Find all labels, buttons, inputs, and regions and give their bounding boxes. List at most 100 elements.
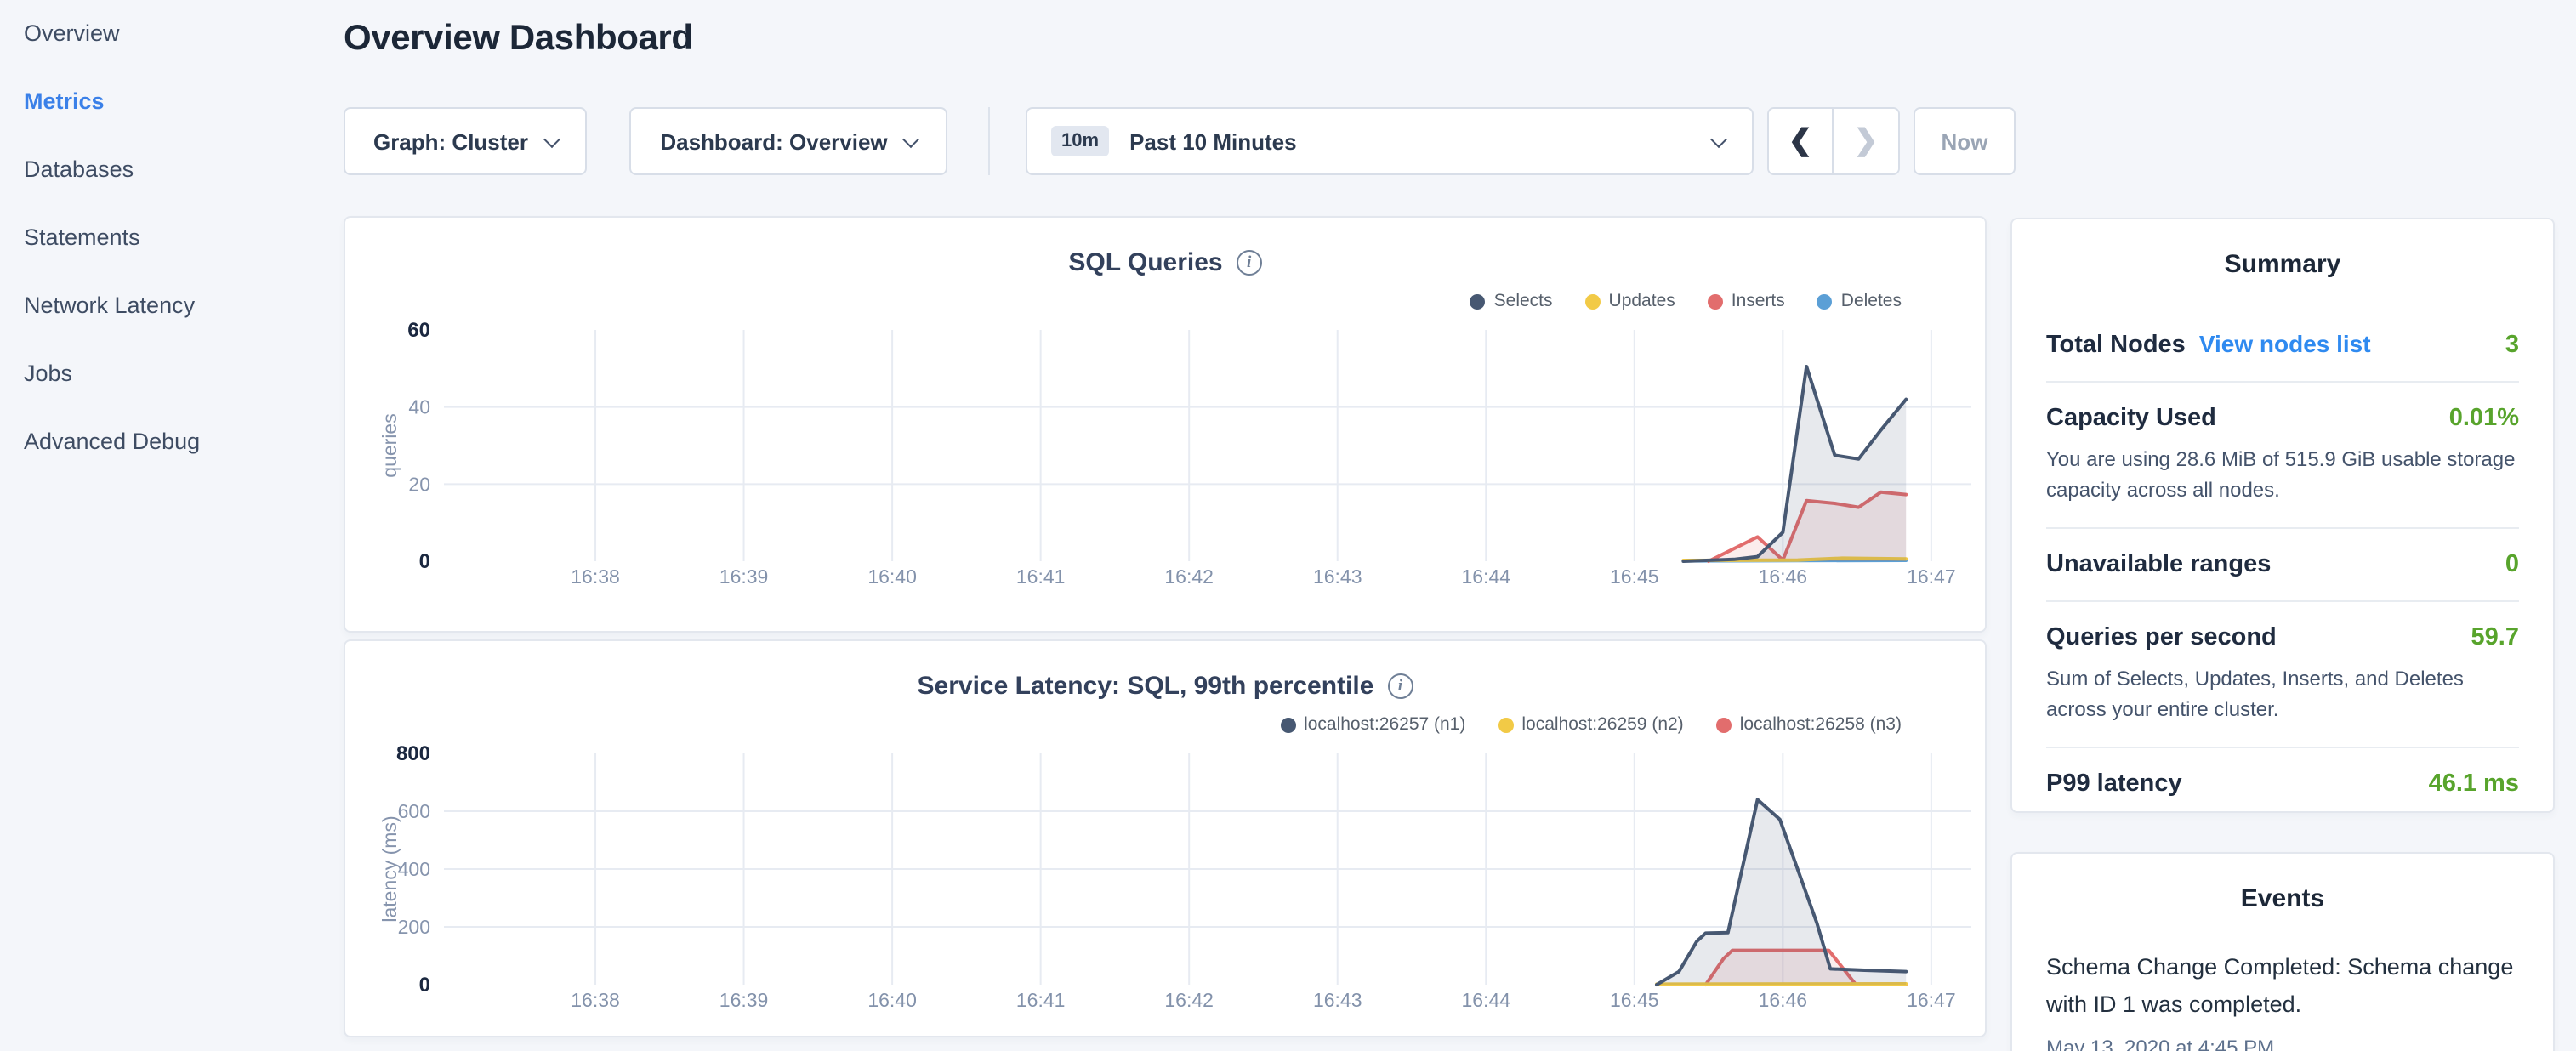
sql-queries-card: SQL Queries i Selects Updates Inserts Delet…	[344, 216, 1987, 633]
divider	[2046, 747, 2519, 748]
y-tick-label: 0	[419, 974, 430, 997]
chart-title: SQL Queries	[1068, 248, 1222, 277]
legend-label: localhost:26258 (n3)	[1740, 714, 1902, 735]
sidebar-item-statements[interactable]: Statements	[0, 204, 323, 272]
summary-panel: Summary Total Nodes View nodes list 3 Ca…	[2010, 218, 2555, 813]
x-tick-label: 16:42	[1164, 989, 1214, 1011]
legend-label: Updates	[1609, 291, 1675, 311]
x-tick-label: 16:40	[867, 989, 917, 1011]
time-prev-button[interactable]: ❮	[1769, 109, 1834, 173]
graph-dropdown[interactable]: Graph: Cluster	[344, 107, 587, 175]
series-area	[1683, 366, 1906, 561]
y-axis-label: latency (ms)	[378, 815, 401, 922]
legend-swatch-icon	[1280, 717, 1295, 732]
summary-row-value: 3	[2505, 332, 2519, 359]
dashboard-dropdown[interactable]: Dashboard: Overview	[629, 107, 947, 175]
info-icon[interactable]: i	[1237, 250, 1262, 276]
chart-legend: Selects Updates Inserts Deletes	[1470, 291, 1902, 311]
chevron-down-icon	[902, 130, 919, 147]
divider	[2046, 381, 2519, 383]
admin-ui-page: OverviewMetricsDatabasesStatementsNetwor…	[0, 0, 2576, 1051]
y-tick-label: 0	[419, 550, 430, 573]
x-tick-label: 16:40	[867, 565, 917, 588]
x-tick-label: 16:41	[1016, 565, 1066, 588]
x-tick-label: 16:38	[571, 565, 620, 588]
sidebar-item-network-latency[interactable]: Network Latency	[0, 272, 323, 340]
summary-row-label: Unavailable ranges	[2046, 551, 2271, 578]
summary-row-value: 59.7	[2471, 624, 2519, 651]
sidebar-item-databases[interactable]: Databases	[0, 136, 323, 204]
now-button-label: Now	[1942, 128, 1988, 154]
legend-swatch-icon	[1817, 293, 1833, 309]
time-range-badge: 10m	[1051, 126, 1109, 156]
legend-swatch-icon	[1708, 293, 1723, 309]
sql-queries-chart[interactable]: 16:38 16:39 16:40 16:41 16:42 16:43 16:44 16:45…	[345, 316, 1988, 609]
event-item[interactable]: Schema Change Completed: Schema change w…	[2046, 949, 2519, 1024]
service-latency-chart[interactable]: 16:3816:3916:4016:4116:4216:4316:4416:45…	[345, 740, 1988, 1032]
x-tick-label: 16:43	[1313, 565, 1362, 588]
sidebar-item-jobs[interactable]: Jobs	[0, 340, 323, 408]
sidebar-item-advanced-debug[interactable]: Advanced Debug	[0, 408, 323, 476]
x-tick-label: 16:41	[1016, 989, 1066, 1011]
legend-label: Selects	[1494, 291, 1553, 311]
summary-row-value: 46.1 ms	[2429, 770, 2519, 798]
info-icon[interactable]: i	[1387, 673, 1413, 699]
page-title: Overview Dashboard	[344, 19, 693, 60]
x-tick-label: 16:47	[1907, 565, 1956, 588]
dashboard-dropdown-label: Dashboard: Overview	[660, 128, 887, 154]
sidebar-item-overview[interactable]: Overview	[0, 0, 323, 68]
divider	[2046, 527, 2519, 529]
summary-row-description: You are using 28.6 MiB of 515.9 GiB usab…	[2046, 444, 2519, 505]
chevron-down-icon	[1710, 130, 1727, 147]
summary-row-label: Queries per second	[2046, 624, 2277, 651]
divider	[2046, 600, 2519, 602]
summary-row-unavailable-ranges: Unavailable ranges 0	[2046, 551, 2519, 578]
view-nodes-list-link[interactable]: View nodes list	[2199, 330, 2371, 357]
x-tick-label: 16:39	[719, 565, 769, 588]
time-next-button[interactable]: ❯	[1834, 109, 1898, 173]
chart-title-row: Service Latency: SQL, 99th percentile i	[345, 672, 1985, 701]
y-tick-label: 200	[398, 916, 430, 938]
summary-row-description: Sum of Selects, Updates, Inserts, and De…	[2046, 663, 2519, 724]
legend-swatch-icon	[1470, 293, 1486, 309]
x-tick-label: 16:46	[1759, 565, 1808, 588]
x-tick-label: 16:39	[719, 989, 769, 1011]
y-tick-label: 60	[407, 319, 430, 342]
chart-legend: localhost:26257 (n1) localhost:26259 (n2)…	[1280, 714, 1902, 735]
x-tick-label: 16:44	[1461, 989, 1510, 1011]
legend-item: Inserts	[1708, 291, 1785, 311]
summary-row-label: Total Nodes	[2046, 332, 2186, 359]
x-tick-label: 16:45	[1610, 565, 1659, 588]
service-latency-card: Service Latency: SQL, 99th percentile i …	[344, 639, 1987, 1037]
y-tick-label: 400	[398, 858, 430, 880]
time-range-picker[interactable]: 10m Past 10 Minutes	[1026, 107, 1754, 175]
now-button[interactable]: Now	[1914, 107, 2016, 175]
summary-row-label: P99 latency	[2046, 770, 2182, 798]
events-panel: Events Schema Change Completed: Schema c…	[2010, 852, 2555, 1051]
y-tick-label: 800	[396, 742, 430, 765]
legend-swatch-icon	[1498, 717, 1513, 732]
x-tick-label: 16:47	[1907, 989, 1956, 1011]
sidebar-item-metrics[interactable]: Metrics	[0, 68, 323, 136]
chart-title: Service Latency: SQL, 99th percentile	[918, 672, 1374, 701]
legend-label: localhost:26259 (n2)	[1521, 714, 1683, 735]
y-tick-label: 40	[408, 396, 430, 418]
legend-item: localhost:26257 (n1)	[1280, 714, 1465, 735]
x-tick-label: 16:44	[1461, 565, 1510, 588]
y-axis-label: queries	[378, 413, 401, 477]
summary-row-value: 0.01%	[2449, 405, 2519, 432]
legend-label: localhost:26257 (n1)	[1304, 714, 1465, 735]
sidebar-list: OverviewMetricsDatabasesStatementsNetwor…	[0, 0, 323, 476]
chevron-down-icon	[543, 130, 560, 147]
x-tick-label: 16:46	[1759, 989, 1808, 1011]
summary-row-qps: Queries per second 59.7	[2046, 624, 2519, 651]
graph-dropdown-label: Graph: Cluster	[373, 128, 528, 154]
legend-item: Deletes	[1817, 291, 1902, 311]
x-tick-label: 16:42	[1164, 565, 1214, 588]
summary-row-p99: P99 latency 46.1 ms	[2046, 770, 2519, 798]
legend-item: Updates	[1585, 291, 1675, 311]
summary-row-value: 0	[2505, 551, 2519, 578]
event-timestamp: May 13, 2020 at 4:45 PM	[2046, 1036, 2519, 1051]
summary-row-label: Capacity Used	[2046, 405, 2216, 432]
chart-title-row: SQL Queries i	[345, 248, 1985, 277]
